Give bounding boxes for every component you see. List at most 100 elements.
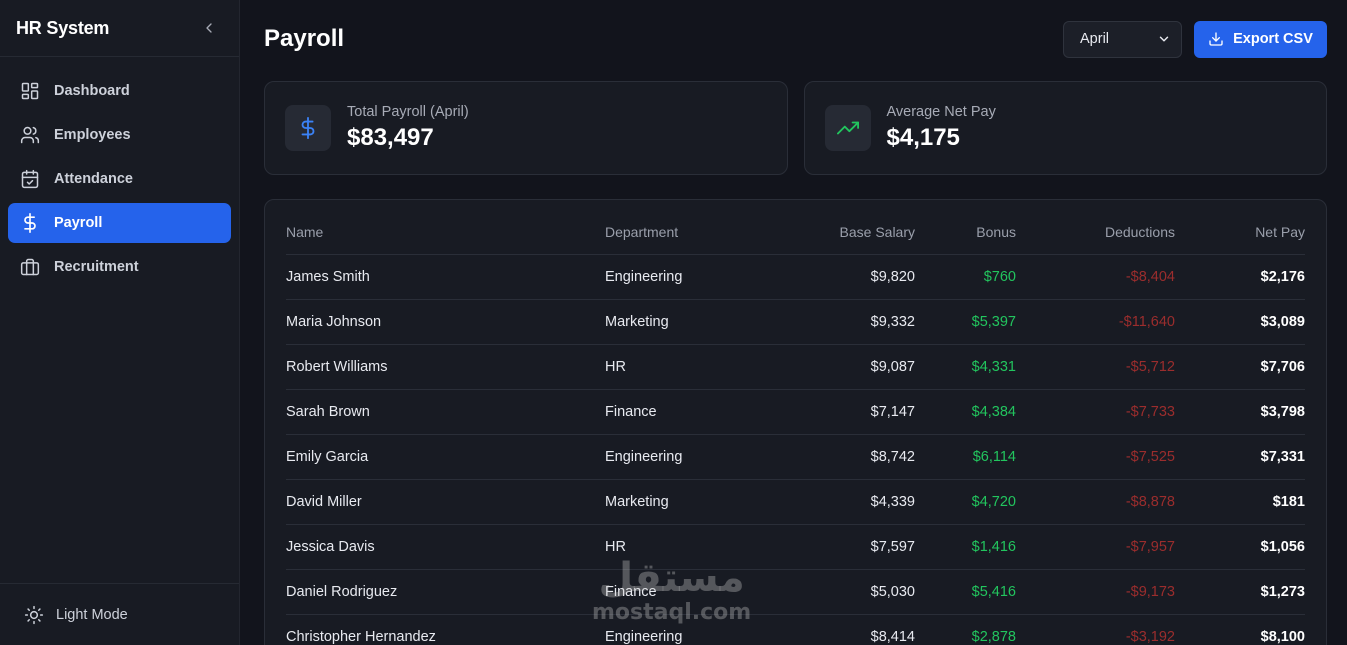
total-payroll-value: $83,497 — [347, 124, 434, 151]
collapse-sidebar-button[interactable] — [199, 18, 219, 38]
cell-net-pay: $3,798 — [1175, 389, 1305, 435]
cell-net-pay: $8,100 — [1175, 614, 1305, 645]
column-header-department[interactable]: Department — [605, 210, 785, 255]
table-header-row: Name Department Base Salary Bonus Deduct… — [286, 210, 1305, 255]
cell-name: Christopher Hernandez — [286, 614, 605, 645]
app-root: HR System Dashboard Employees Attendance… — [0, 0, 1347, 645]
cell-bonus: $760 — [915, 254, 1016, 300]
cell-bonus: $6,114 — [915, 434, 1016, 480]
cell-deductions: -$8,404 — [1016, 254, 1175, 300]
trending-up-icon — [836, 121, 859, 135]
table-row[interactable]: Robert Williams HR $9,087 $4,331 -$5,712… — [286, 344, 1305, 390]
cell-base-salary: $8,414 — [785, 614, 915, 645]
cell-net-pay: $181 — [1175, 479, 1305, 525]
cell-department: Engineering — [605, 434, 785, 480]
brand-title: HR System — [16, 17, 110, 38]
table-row[interactable]: James Smith Engineering $9,820 $760 -$8,… — [286, 254, 1305, 300]
export-csv-label: Export CSV — [1233, 31, 1313, 47]
sidebar-item-label: Payroll — [54, 215, 103, 231]
sidebar-item-attendance[interactable]: Attendance — [8, 159, 231, 199]
card-text: Total Payroll (April) $83,497 — [347, 104, 469, 152]
sidebar-item-payroll[interactable]: Payroll — [8, 203, 231, 243]
average-net-pay-label: Average Net Pay — [886, 104, 996, 120]
cell-bonus: $4,720 — [915, 479, 1016, 525]
cell-deductions: -$11,640 — [1016, 299, 1175, 345]
column-header-deductions[interactable]: Deductions — [1016, 210, 1175, 255]
cell-base-salary: $9,332 — [785, 299, 915, 345]
cell-net-pay: $7,331 — [1175, 434, 1305, 480]
sidebar-item-employees[interactable]: Employees — [8, 115, 231, 155]
cell-bonus: $2,878 — [915, 614, 1016, 645]
cell-base-salary: $9,087 — [785, 344, 915, 390]
cell-department: Marketing — [605, 299, 785, 345]
table-row[interactable]: Christopher Hernandez Engineering $8,414… — [286, 614, 1305, 645]
sidebar-header: HR System — [0, 0, 239, 57]
theme-toggle-label: Light Mode — [56, 606, 128, 623]
cell-name: Maria Johnson — [286, 299, 605, 345]
sidebar-item-label: Dashboard — [54, 83, 130, 99]
sidebar-item-recruitment[interactable]: Recruitment — [8, 247, 231, 287]
sidebar-nav: Dashboard Employees Attendance Payroll R… — [0, 57, 239, 583]
table-row[interactable]: Emily Garcia Engineering $8,742 $6,114 -… — [286, 434, 1305, 480]
export-csv-button[interactable]: Export CSV — [1194, 20, 1327, 58]
cell-net-pay: $1,273 — [1175, 569, 1305, 615]
cell-name: James Smith — [286, 254, 605, 300]
cell-department: HR — [605, 524, 785, 570]
table-row[interactable]: Jessica Davis HR $7,597 $1,416 -$7,957 $… — [286, 524, 1305, 570]
month-select-value: April — [1080, 31, 1110, 47]
cell-deductions: -$5,712 — [1016, 344, 1175, 390]
users-icon — [20, 126, 40, 144]
cell-deductions: -$7,733 — [1016, 389, 1175, 435]
total-payroll-card: Total Payroll (April) $83,497 — [264, 81, 788, 175]
page-title: Payroll — [264, 25, 345, 52]
briefcase-icon — [20, 258, 40, 276]
cell-name: Robert Williams — [286, 344, 605, 390]
summary-cards: Total Payroll (April) $83,497 Average Ne… — [264, 81, 1327, 175]
cell-name: Emily Garcia — [286, 434, 605, 480]
header-actions: April Export CSV — [1063, 20, 1327, 58]
cell-department: HR — [605, 344, 785, 390]
average-net-pay-card: Average Net Pay $4,175 — [803, 81, 1327, 175]
sidebar-item-label: Employees — [54, 127, 131, 143]
column-header-name[interactable]: Name — [286, 210, 605, 255]
download-icon — [1209, 32, 1223, 46]
cell-base-salary: $4,339 — [785, 479, 915, 525]
card-text: Average Net Pay $4,175 — [887, 104, 996, 152]
chevron-left-icon — [206, 23, 212, 33]
cell-department: Engineering — [605, 614, 785, 645]
cell-base-salary: $7,597 — [785, 524, 915, 570]
sidebar: HR System Dashboard Employees Attendance… — [0, 0, 240, 645]
dollar-icon — [301, 117, 315, 139]
main-content: Payroll April Export CSV Total Payroll (… — [240, 0, 1347, 645]
sidebar-item-dashboard[interactable]: Dashboard — [8, 71, 231, 111]
table-row[interactable]: Maria Johnson Marketing $9,332 $5,397 -$… — [286, 299, 1305, 345]
cell-base-salary: $8,742 — [785, 434, 915, 480]
payroll-table: Name Department Base Salary Bonus Deduct… — [286, 210, 1305, 645]
cell-bonus: $5,397 — [915, 299, 1016, 345]
dollar-icon — [24, 213, 36, 233]
card-icon-box — [824, 105, 871, 151]
cell-net-pay: $1,056 — [1175, 524, 1305, 570]
table-row[interactable]: David Miller Marketing $4,339 $4,720 -$8… — [286, 479, 1305, 525]
cell-net-pay: $7,706 — [1175, 344, 1305, 390]
cell-name: Jessica Davis — [286, 524, 605, 570]
sidebar-item-label: Attendance — [54, 171, 133, 187]
theme-toggle[interactable]: Light Mode — [0, 583, 239, 645]
cell-base-salary: $9,820 — [785, 254, 915, 300]
cell-department: Finance — [605, 569, 785, 615]
table-row[interactable]: Sarah Brown Finance $7,147 $4,384 -$7,73… — [286, 389, 1305, 435]
cell-bonus: $5,416 — [915, 569, 1016, 615]
cell-deductions: -$9,173 — [1016, 569, 1175, 615]
column-header-net-pay[interactable]: Net Pay — [1175, 210, 1305, 255]
column-header-bonus[interactable]: Bonus — [915, 210, 1016, 255]
topbar: Payroll April Export CSV — [264, 20, 1327, 58]
cell-department: Marketing — [605, 479, 785, 525]
month-select[interactable]: April — [1063, 20, 1182, 58]
cell-deductions: -$7,525 — [1016, 434, 1175, 480]
dashboard-icon — [21, 82, 39, 100]
cell-department: Engineering — [605, 254, 785, 300]
table-row[interactable]: Daniel Rodriguez Finance $5,030 $5,416 -… — [286, 569, 1305, 615]
calendar-check-icon — [21, 169, 39, 189]
cell-net-pay: $2,176 — [1175, 254, 1305, 300]
column-header-base-salary[interactable]: Base Salary — [785, 210, 915, 255]
